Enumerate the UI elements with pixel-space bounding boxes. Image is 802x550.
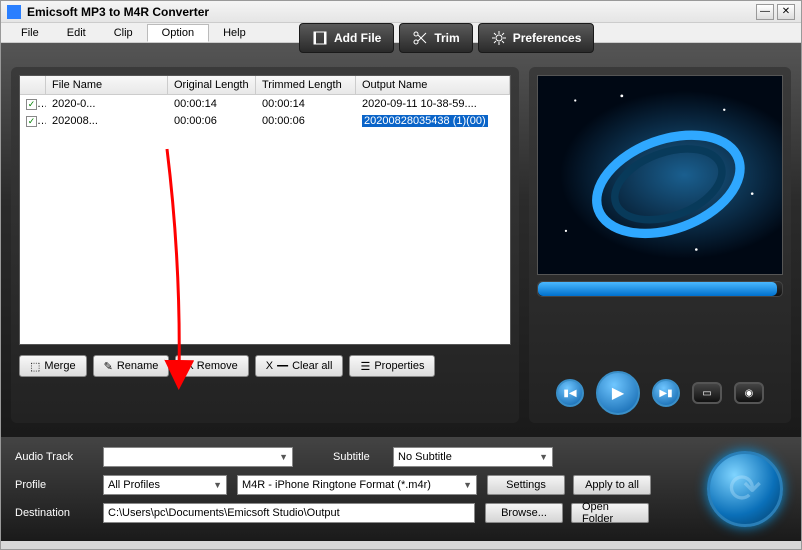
trim-button[interactable]: Trim [399,23,472,53]
settings-panel: Audio Track ▼ Subtitle No Subtitle▼ Prof… [1,437,801,541]
chevron-down-icon: ▼ [539,452,548,462]
minimize-button[interactable]: — [756,4,774,20]
rename-button[interactable]: ✎Rename [93,355,170,377]
file-list-header: File Name Original Length Trimmed Length… [20,76,510,95]
list-action-bar: ⬚Merge ✎Rename X Remove X—Clear all ☰Pro… [19,355,511,377]
menu-option[interactable]: Option [147,24,209,42]
cell-output: 20200828035438 (1)(00) [356,113,510,129]
cell-filename: 202008... [46,113,168,129]
gear-icon [491,30,507,46]
merge-button[interactable]: ⬚Merge [19,355,87,377]
open-folder-button[interactable]: Open Folder [571,503,649,523]
preferences-label: Preferences [513,31,582,45]
table-row[interactable]: ✓ 2020-0... 00:00:14 00:00:14 2020-09-11… [20,95,510,112]
app-window: Emicsoft MP3 to M4R Converter — ✕ File E… [0,0,802,550]
cell-orig: 00:00:14 [168,96,256,112]
pencil-icon: ✎ [104,360,113,373]
film-icon [312,30,328,46]
convert-arrow-icon: ⟳ [728,466,762,512]
settings-button[interactable]: Settings [487,475,565,495]
profile-format-select[interactable]: M4R - iPhone Ringtone Format (*.m4r)▼ [237,475,477,495]
convert-button[interactable]: ⟳ [707,451,783,527]
cell-filename: 2020-0... [46,96,168,112]
apply-to-all-button[interactable]: Apply to all [573,475,651,495]
menu-file[interactable]: File [7,25,53,41]
menu-clip[interactable]: Clip [100,25,147,41]
cell-trim: 00:00:14 [256,96,356,112]
top-buttons: Add File Trim Preferences [299,23,594,53]
audio-track-label: Audio Track [15,451,93,463]
browse-button[interactable]: Browse... [485,503,563,523]
checkbox-icon[interactable]: ✓ [26,99,37,110]
cell-output: 2020-09-11 10-38-59.... [356,96,510,112]
prev-button[interactable]: ▮◀ [556,379,584,407]
col-trimmed-length[interactable]: Trimmed Length [256,76,356,94]
toolbar-area: Add File Trim Preferences File Name Orig… [1,43,801,437]
cell-trim: 00:00:06 [256,113,356,129]
trim-label: Trim [434,31,459,45]
profile-label: Profile [15,479,93,491]
menu-edit[interactable]: Edit [53,25,100,41]
titlebar: Emicsoft MP3 to M4R Converter — ✕ [1,1,801,23]
chevron-down-icon: ▼ [279,452,288,462]
preview-canvas [537,75,783,275]
chevron-down-icon: ▼ [463,480,472,490]
table-row[interactable]: ✓ 202008... 00:00:06 00:00:06 2020082803… [20,112,510,129]
audio-track-select[interactable]: ▼ [103,447,293,467]
snapshot-button[interactable]: ◉ [734,382,764,404]
scissors-icon [412,30,428,46]
preferences-button[interactable]: Preferences [478,23,595,53]
col-filename[interactable]: File Name [46,76,168,94]
subtitle-label: Subtitle [333,451,383,463]
checkbox-icon[interactable]: ✓ [26,116,37,127]
cell-orig: 00:00:06 [168,113,256,129]
preview-panel: ▮◀ ▶ ▶▮ ▭ ◉ [529,67,791,423]
subtitle-select[interactable]: No Subtitle▼ [393,447,553,467]
window-controls: — ✕ [756,4,795,20]
play-button[interactable]: ▶ [596,371,640,415]
col-output-name[interactable]: Output Name [356,76,510,94]
preview-art [538,76,782,274]
fullscreen-button[interactable]: ▭ [692,382,722,404]
file-list: File Name Original Length Trimmed Length… [19,75,511,345]
file-list-panel: File Name Original Length Trimmed Length… [11,67,519,423]
properties-button[interactable]: ☰Properties [349,355,435,377]
preview-timeline[interactable] [537,281,783,297]
remove-button[interactable]: X Remove [175,355,248,377]
destination-input[interactable] [103,503,475,523]
destination-label: Destination [15,507,93,519]
chevron-down-icon: ▼ [213,480,222,490]
app-icon [7,5,21,19]
next-button[interactable]: ▶▮ [652,379,680,407]
add-file-label: Add File [334,31,381,45]
col-check[interactable] [20,76,46,94]
col-original-length[interactable]: Original Length [168,76,256,94]
close-button[interactable]: ✕ [777,4,795,20]
app-title: Emicsoft MP3 to M4R Converter [27,5,756,19]
clear-all-button[interactable]: X—Clear all [255,355,344,377]
add-file-button[interactable]: Add File [299,23,394,53]
profile-category-select[interactable]: All Profiles▼ [103,475,227,495]
menu-help[interactable]: Help [209,25,260,41]
merge-icon: ⬚ [30,360,40,373]
list-icon: ☰ [360,360,370,373]
playback-controls: ▮◀ ▶ ▶▮ ▭ ◉ [537,371,783,415]
